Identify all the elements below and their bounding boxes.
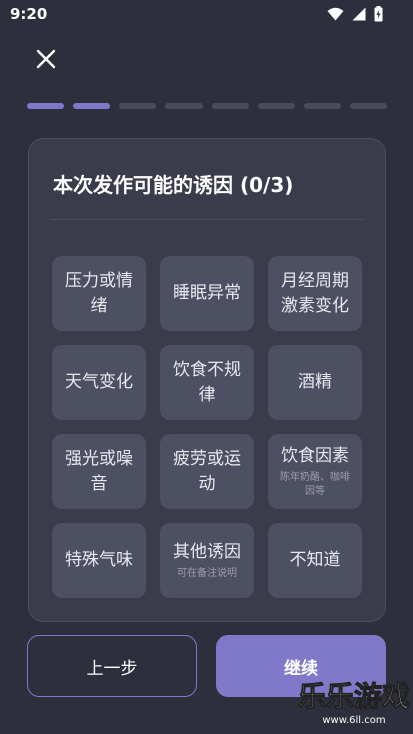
close-icon <box>36 49 56 69</box>
trigger-options-grid: 压力或情绪 睡眠异常 月经周期激素变化 天气变化 饮食不规律 酒精 强光或噪音 疲劳或运动 饮食… <box>52 256 362 598</box>
progress-segment-1 <box>27 103 65 109</box>
progress-segment-7 <box>303 103 341 109</box>
trigger-option-hint: 陈年奶酪、咖啡因等 <box>280 472 350 497</box>
signal-icon <box>352 7 366 21</box>
trigger-option-label: 特殊气味 <box>65 550 133 570</box>
trigger-option-hint: 可在备注说明 <box>177 568 237 579</box>
progress-segment-2 <box>73 103 111 109</box>
trigger-option-label: 其他诱因 <box>173 542 241 562</box>
trigger-option[interactable]: 特殊气味 <box>52 523 146 598</box>
progress-segment-4 <box>165 103 203 109</box>
trigger-option-label: 月经周期激素变化 <box>281 270 349 316</box>
trigger-option-label: 压力或情绪 <box>65 270 133 316</box>
divider <box>51 219 363 220</box>
trigger-option[interactable]: 其他诱因可在备注说明 <box>160 523 254 598</box>
trigger-option[interactable]: 饮食因素陈年奶酪、咖啡因等 <box>268 434 362 509</box>
trigger-option-label: 天气变化 <box>65 372 133 392</box>
progress-segment-5 <box>211 103 249 109</box>
trigger-option-label: 强光或噪音 <box>65 448 133 494</box>
progress-indicator <box>27 103 387 109</box>
trigger-option-label: 睡眠异常 <box>173 283 241 303</box>
trigger-option-label: 酒精 <box>298 372 332 392</box>
watermark-url: www.6ll.com <box>322 715 386 726</box>
wifi-icon <box>327 7 344 21</box>
trigger-option[interactable]: 月经周期激素变化 <box>268 256 362 331</box>
trigger-option[interactable]: 强光或噪音 <box>52 434 146 509</box>
trigger-card: 本次发作可能的诱因 (0/3) 压力或情绪 睡眠异常 月经周期激素变化天气变化 饮食不… <box>28 138 386 622</box>
trigger-option-label: 饮食因素 <box>281 446 349 466</box>
watermark-title: 乐乐游戏 <box>297 680 410 714</box>
trigger-option[interactable]: 不知道 <box>268 523 362 598</box>
trigger-option-label: 不知道 <box>289 550 341 570</box>
status-icons <box>327 6 383 22</box>
previous-step-button[interactable]: 上一步 <box>27 635 197 697</box>
progress-segment-8 <box>349 103 387 109</box>
watermark-logo: 乐乐游戏 www.6ll.com <box>295 680 413 734</box>
status-bar: 9:20 <box>0 0 413 30</box>
progress-segment-3 <box>119 103 157 109</box>
trigger-option[interactable]: 天气变化 <box>52 345 146 420</box>
progress-segment-6 <box>257 103 295 109</box>
trigger-option[interactable]: 睡眠异常 <box>160 256 254 331</box>
screen: 9:20 本次发作可能的诱因 (0/3) 压力或情绪 睡眠异常 月经周期激素变化天气… <box>0 0 413 734</box>
trigger-option-label: 疲劳或运动 <box>173 448 241 494</box>
trigger-option[interactable]: 饮食不规律 <box>160 345 254 420</box>
trigger-option[interactable]: 酒精 <box>268 345 362 420</box>
status-time: 9:20 <box>10 5 48 23</box>
trigger-option-label: 饮食不规律 <box>173 359 241 405</box>
close-button[interactable] <box>31 44 61 74</box>
trigger-option[interactable]: 疲劳或运动 <box>160 434 254 509</box>
battery-charging-icon <box>374 6 383 22</box>
trigger-option[interactable]: 压力或情绪 <box>52 256 146 331</box>
card-title: 本次发作可能的诱因 (0/3) <box>53 173 294 197</box>
